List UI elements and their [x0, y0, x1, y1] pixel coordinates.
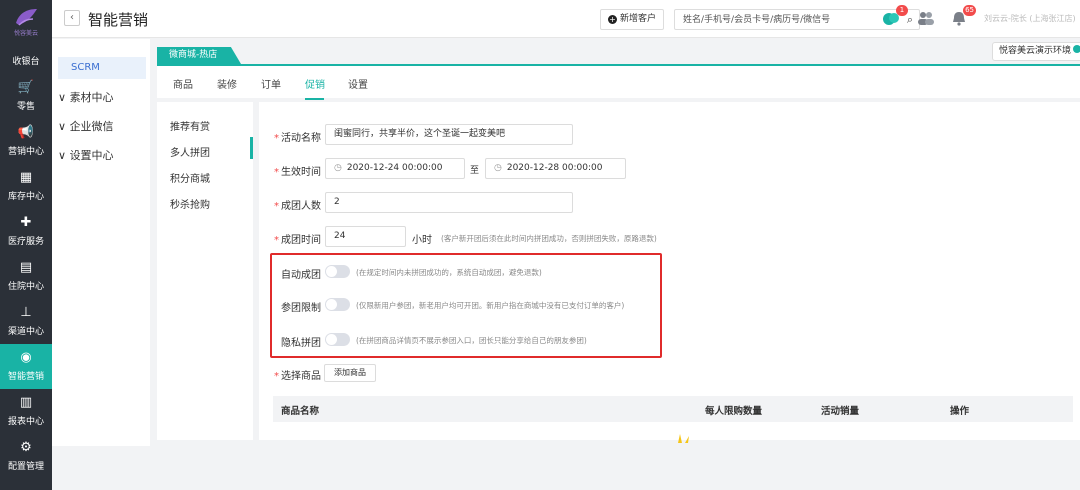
notification-button[interactable]: 65: [950, 5, 976, 26]
chevron-down-icon: ∨: [58, 120, 67, 133]
auto-group-note: (在规定时间内未拼团成功的，系统自动成团，避免退款): [356, 268, 542, 277]
active-type-indicator: [250, 137, 253, 159]
product-table-header: 商品名称 每人限购数量 活动销量 操作: [273, 396, 1073, 422]
status-dot-icon: [1073, 45, 1080, 53]
rail-item-reports[interactable]: ▥ 报表中心: [0, 389, 52, 434]
notification-badge: 65: [963, 5, 976, 16]
subnav-item-scrm[interactable]: SCRM: [58, 57, 146, 79]
join-limit-note: (仅限新用户参团，新老用户均可开团。新用户指在商城中没有已支付订单的客户): [356, 301, 625, 310]
search-icon[interactable]: ⌕: [907, 13, 913, 27]
subnav-item-wecom[interactable]: ∨ 企业微信: [58, 118, 114, 134]
group-time-label: * 成团时间: [274, 235, 321, 246]
megaphone-icon: 📢: [17, 125, 35, 140]
subnav-item-settings[interactable]: ∨ 设置中心: [58, 147, 114, 163]
medkit-icon: ✚: [20, 215, 32, 230]
auto-group-label: 自动成团: [281, 270, 321, 281]
group-time-input[interactable]: 24: [325, 226, 406, 247]
tab-settings[interactable]: 设置: [348, 76, 368, 91]
secondary-sidebar: SCRM ∨ 素材中心 ∨ 企业微信 ∨ 设置中心: [52, 39, 150, 490]
main-sidebar: 悦容美云 收银台 🛒 零售 📢 营销中心 ▦ 库存中心 ✚ 医疗服务 ▤ 住院中…: [0, 0, 52, 490]
page-footer-bg: [52, 446, 1080, 490]
tab-promotion[interactable]: 促销: [305, 76, 325, 91]
rail-item-inpatient[interactable]: ▤ 住院中心: [0, 254, 52, 299]
join-limit-label: 参团限制: [281, 303, 321, 314]
private-group-label: 隐私拼团: [281, 338, 321, 349]
rail-item-inventory[interactable]: ▦ 库存中心: [0, 164, 52, 209]
rail-item-retail[interactable]: 🛒 零售: [0, 74, 52, 119]
environment-tag[interactable]: 悦容美云演示环境: [992, 42, 1080, 61]
column-sales: 活动销量: [821, 406, 860, 417]
end-time-input[interactable]: ◷ 2020-12-28 00:00:00: [485, 158, 626, 179]
column-purchase-limit: 每人限购数量: [705, 406, 763, 417]
group-size-label: * 成团人数: [274, 201, 321, 212]
page-title: 智能营销: [88, 11, 149, 29]
type-item-group-buy[interactable]: 多人拼团: [170, 144, 210, 159]
active-tab-indicator: [305, 98, 324, 100]
loading-sparkle-icon: [678, 434, 689, 443]
clock-icon: ◷: [334, 163, 342, 173]
tab-orders[interactable]: 订单: [261, 76, 281, 91]
clock-icon: ◷: [494, 163, 502, 173]
rail-item-medical[interactable]: ✚ 医疗服务: [0, 209, 52, 254]
tab-decoration[interactable]: 装修: [217, 76, 237, 91]
select-product-label: * 选择商品: [274, 371, 321, 382]
contacts-button[interactable]: [917, 10, 935, 26]
rail-item-smart-marketing[interactable]: ◉ 智能营销: [0, 344, 52, 389]
chevron-down-icon: ∨: [58, 91, 67, 104]
start-time-input[interactable]: ◷ 2020-12-24 00:00:00: [325, 158, 465, 179]
chevron-left-icon: ‹: [70, 12, 74, 23]
gear-icon: ⚙: [20, 440, 32, 455]
sitemap-icon: ⊥: [20, 305, 32, 320]
chevron-down-icon: ∨: [58, 149, 67, 162]
join-limit-toggle[interactable]: [325, 298, 350, 311]
tab-products[interactable]: 商品: [173, 76, 193, 91]
range-separator: 至: [470, 166, 480, 176]
rail-item-config[interactable]: ⚙ 配置管理: [0, 434, 52, 479]
store-tab[interactable]: 微商城-热店: [157, 47, 241, 64]
promotion-type-list: 推荐有赏 多人拼团 积分商城 秒杀抢购: [157, 102, 253, 440]
rail-item-cashier[interactable]: 收银台: [0, 44, 52, 74]
auto-group-toggle[interactable]: [325, 265, 350, 278]
type-item-referral[interactable]: 推荐有赏: [170, 118, 210, 133]
activity-name-label: * 活动名称: [274, 133, 321, 144]
chat-badge: 1: [896, 5, 908, 16]
subnav-item-materials[interactable]: ∨ 素材中心: [58, 89, 114, 105]
module-tabs: 商品 装修 订单 促销 设置: [157, 64, 1080, 100]
type-item-flash-sale[interactable]: 秒杀抢购: [170, 196, 210, 211]
logo-text: 悦容美云: [13, 30, 38, 37]
search-input[interactable]: [675, 10, 895, 29]
chat-button[interactable]: 1: [882, 5, 908, 26]
column-product-name: 商品名称: [281, 406, 320, 417]
type-item-points-mall[interactable]: 积分商城: [170, 170, 210, 185]
back-button[interactable]: ‹: [64, 10, 80, 26]
bar-chart-icon: ▥: [19, 395, 33, 410]
smart-marketing-icon: ◉: [20, 350, 32, 365]
effective-time-label: * 生效时间: [274, 167, 321, 178]
group-size-input[interactable]: 2: [325, 192, 573, 213]
brand-logo[interactable]: 悦容美云: [0, 0, 52, 44]
users-icon: [918, 12, 934, 25]
current-user[interactable]: 刘云云-院长 (上海张江店): [984, 13, 1076, 24]
column-actions: 操作: [950, 406, 970, 417]
activity-name-input[interactable]: 闺蜜同行，共享半价，这个圣诞一起变美吧: [325, 124, 573, 145]
logo-icon: [16, 9, 37, 26]
group-time-unit: 小时: [412, 235, 432, 246]
private-group-note: (在拼团商品详情页不展示参团入口，团长只能分享给自己的朋友参团): [356, 336, 587, 345]
cart-icon: 🛒: [17, 80, 35, 95]
plus-icon: +: [608, 15, 617, 24]
private-group-toggle[interactable]: [325, 333, 350, 346]
rail-item-marketing[interactable]: 📢 营销中心: [0, 119, 52, 164]
top-header: ‹ 智能营销 + 新增客户 ⌕ 1 65 刘云云-院长 (上海张江店): [52, 0, 1080, 38]
add-product-button[interactable]: 添加商品: [324, 364, 376, 382]
new-customer-button[interactable]: + 新增客户: [600, 9, 665, 30]
group-time-note: (客户新开团后须在此时间内拼团成功，否则拼团失败，原路退款): [441, 234, 657, 243]
clipboard-icon: ▤: [19, 260, 33, 275]
grid-icon: ▦: [19, 170, 33, 185]
rail-item-channel[interactable]: ⊥ 渠道中心: [0, 299, 52, 344]
